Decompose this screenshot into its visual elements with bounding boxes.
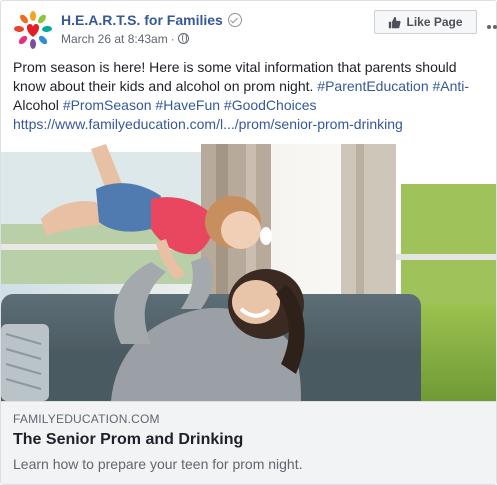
globe-icon[interactable] — [177, 33, 189, 44]
post-message: Prom season is here! Here is some vital … — [13, 58, 483, 134]
meta-separator: · — [170, 32, 175, 46]
like-page-button[interactable]: Like Page — [374, 10, 477, 34]
hands-heart-logo-icon — [14, 11, 52, 49]
link-info-panel[interactable]: FAMILYEDUCATION.COM The Senior Prom and … — [1, 401, 496, 484]
page-avatar[interactable] — [13, 10, 53, 50]
facebook-post-card: H.E.A.R.T.S. for Families March 26 at 8:… — [0, 0, 497, 485]
link-domain: FAMILYEDUCATION.COM — [13, 412, 160, 426]
more-dots-icon[interactable] — [487, 19, 497, 35]
page-name[interactable]: H.E.A.R.T.S. for Families — [61, 12, 242, 28]
link-preview[interactable]: FAMILYEDUCATION.COM The Senior Prom and … — [1, 144, 496, 484]
hashtag-group-2[interactable]: #PromSeason #HaveFun #GoodChoices — [63, 97, 317, 113]
link-title[interactable]: The Senior Prom and Drinking — [13, 431, 484, 449]
preview-image[interactable] — [1, 144, 496, 401]
mother-child-photo — [1, 144, 496, 401]
post-header: H.E.A.R.T.S. for Families March 26 at 8:… — [13, 10, 497, 50]
post-text-mid: Alcohol — [13, 97, 63, 113]
post-link-url[interactable]: https://www.familyeducation.com/l.../pro… — [13, 116, 403, 132]
thumbs-up-icon — [389, 16, 402, 28]
page-name-text[interactable]: H.E.A.R.T.S. for Families — [61, 12, 223, 28]
like-page-label: Like Page — [406, 15, 463, 29]
check-circle-icon — [227, 13, 242, 27]
post-meta: March 26 at 8:43am · — [61, 32, 189, 46]
post-timestamp[interactable]: March 26 at 8:43am — [61, 32, 168, 46]
link-description: Learn how to prepare your teen for prom … — [13, 456, 303, 472]
hashtag-group-1[interactable]: #ParentEducation #Anti- — [317, 78, 469, 94]
